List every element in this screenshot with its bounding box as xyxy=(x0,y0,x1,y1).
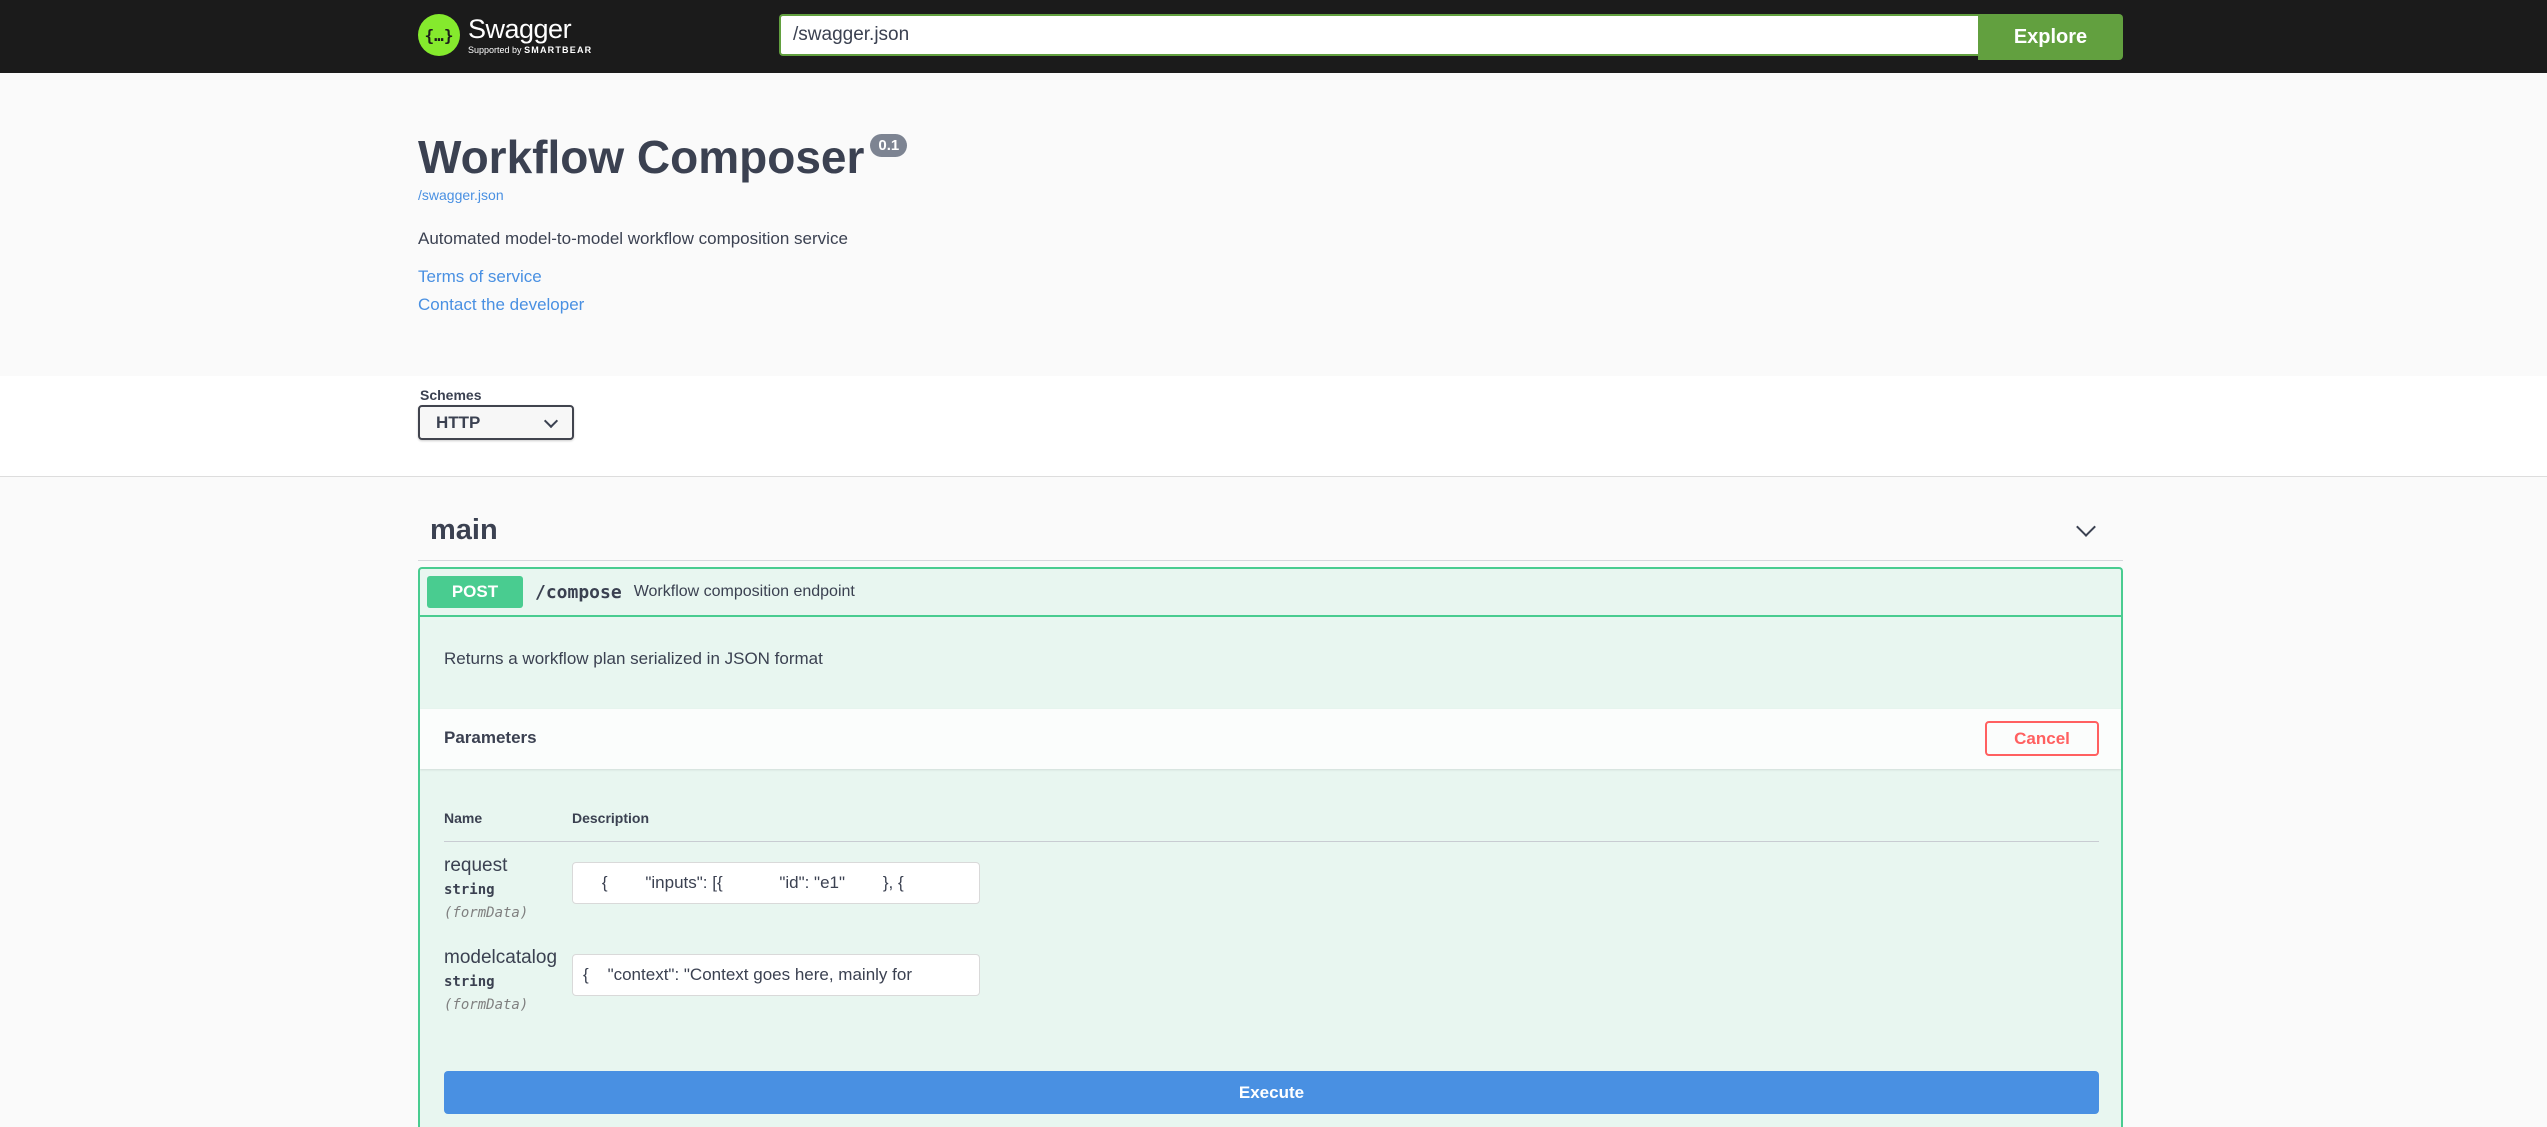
chevron-down-icon xyxy=(543,413,559,428)
chevron-down-icon[interactable] xyxy=(2076,517,2096,537)
execute-button[interactable]: Execute xyxy=(444,1071,2099,1114)
logo-title: Swagger xyxy=(468,13,572,44)
param-location: (formData) xyxy=(444,997,529,1013)
cancel-button[interactable]: Cancel xyxy=(1985,721,2099,756)
logo-sub-brand: SMARTBEAR xyxy=(524,44,593,55)
param-type: string xyxy=(444,974,495,990)
page-title: Workflow Composer xyxy=(418,131,865,183)
method-badge: POST xyxy=(427,576,523,608)
schemes-label: Schemes xyxy=(420,387,482,403)
logo-subtitle: Supported by SMARTBEAR xyxy=(468,44,593,55)
spec-link[interactable]: /swagger.json xyxy=(418,187,504,203)
schemes-select[interactable]: HTTP xyxy=(418,405,574,440)
operation-notes: Returns a workflow plan serialized in JS… xyxy=(444,649,823,668)
swagger-logo[interactable]: {…} Swagger Supported by SMARTBEAR xyxy=(418,14,592,56)
operation-summary[interactable]: POST /compose Workflow composition endpo… xyxy=(420,569,2121,617)
page-title-block: Workflow Composer 0.1 xyxy=(418,130,908,184)
schemes-container: Schemes HTTP xyxy=(0,376,2547,477)
tag-title: main xyxy=(430,514,498,546)
table-divider xyxy=(444,841,2099,842)
logo-text: Swagger Supported by SMARTBEAR xyxy=(468,13,593,55)
api-description: Automated model-to-model workflow compos… xyxy=(418,229,848,248)
param-name-request: request xyxy=(444,855,508,876)
spec-url-input[interactable] xyxy=(779,14,1978,56)
schemes-selected-value: HTTP xyxy=(436,412,481,432)
request-textarea[interactable]: { "inputs": [{ "id": "e1" }, { xyxy=(572,862,980,904)
parameters-title: Parameters xyxy=(444,728,537,747)
operation-path: /compose xyxy=(535,581,622,603)
info-section: Workflow Composer 0.1 xyxy=(418,130,908,184)
column-header-name: Name xyxy=(444,810,483,826)
operation-post-compose: POST /compose Workflow composition endpo… xyxy=(418,567,2123,1127)
column-header-description: Description xyxy=(572,810,650,826)
operation-summary-text: Workflow composition endpoint xyxy=(633,583,855,600)
version-badge: 0.1 xyxy=(870,134,908,157)
logo-sub-prefix: Supported by xyxy=(468,44,522,55)
topbar: {…} Swagger Supported by SMARTBEAR Explo… xyxy=(0,0,2547,73)
tag-section-main[interactable]: main xyxy=(418,502,2123,561)
explore-button[interactable]: Explore xyxy=(1978,14,2123,60)
swagger-logo-icon: {…} xyxy=(418,14,460,56)
modelcatalog-textarea[interactable]: { "context": "Context goes here, mainly … xyxy=(572,954,980,996)
param-location: (formData) xyxy=(444,905,529,921)
contact-developer-link[interactable]: Contact the developer xyxy=(418,295,584,315)
terms-of-service-link[interactable]: Terms of service xyxy=(418,267,542,287)
param-type: string xyxy=(444,882,495,898)
parameters-header: Parameters Cancel xyxy=(420,709,2121,769)
param-name-modelcatalog: modelcatalog xyxy=(444,947,558,968)
